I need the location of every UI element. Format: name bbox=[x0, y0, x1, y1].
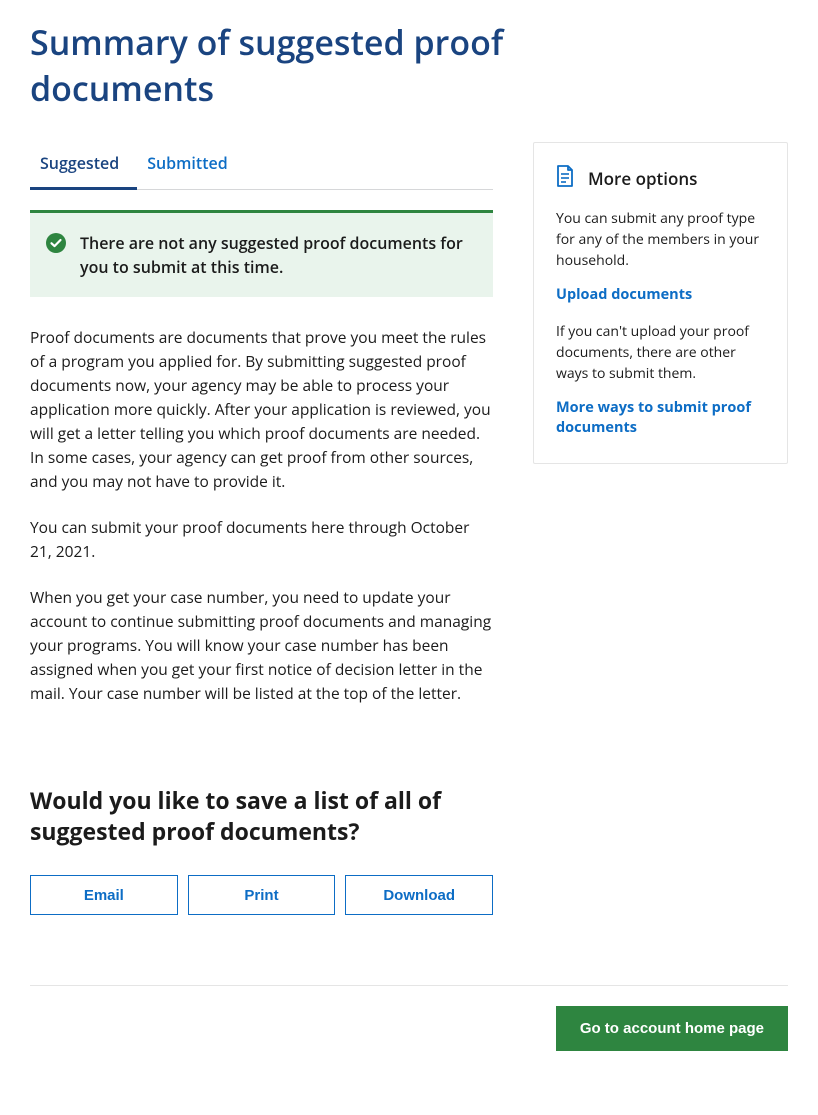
save-button-row: Email Print Download bbox=[30, 875, 493, 915]
footer-actions: Go to account home page bbox=[30, 1006, 788, 1051]
sidebar-title: More options bbox=[588, 167, 697, 190]
upload-documents-link[interactable]: Upload documents bbox=[556, 285, 765, 305]
tab-suggested[interactable]: Suggested bbox=[30, 142, 137, 190]
email-button[interactable]: Email bbox=[30, 875, 178, 915]
go-home-button[interactable]: Go to account home page bbox=[556, 1006, 788, 1051]
print-button[interactable]: Print bbox=[188, 875, 336, 915]
main-content: Suggested Submitted There are not any su… bbox=[30, 142, 493, 915]
intro-paragraph-1: Proof documents are documents that prove… bbox=[30, 325, 493, 493]
alert-message-text: There are not any suggested proof docume… bbox=[80, 231, 473, 279]
intro-paragraph-2: You can submit your proof documents here… bbox=[30, 515, 493, 563]
sidebar: More options You can submit any proof ty… bbox=[533, 142, 788, 464]
sidebar-text-1: You can submit any proof type for any of… bbox=[556, 208, 765, 271]
sidebar-text-2: If you can't upload your proof documents… bbox=[556, 321, 765, 384]
divider bbox=[30, 985, 788, 986]
tabs-container: Suggested Submitted bbox=[30, 142, 493, 190]
intro-paragraph-3: When you get your case number, you need … bbox=[30, 585, 493, 705]
save-heading: Would you like to save a list of all of … bbox=[30, 785, 493, 847]
more-options-card: More options You can submit any proof ty… bbox=[533, 142, 788, 464]
download-button[interactable]: Download bbox=[345, 875, 493, 915]
tab-submitted[interactable]: Submitted bbox=[137, 142, 245, 189]
page-title: Summary of suggested proof documents bbox=[30, 20, 550, 112]
checkmark-circle-icon bbox=[46, 233, 66, 258]
more-ways-link[interactable]: More ways to submit proof documents bbox=[556, 398, 765, 439]
success-alert: There are not any suggested proof docume… bbox=[30, 210, 493, 297]
document-icon bbox=[556, 165, 574, 192]
